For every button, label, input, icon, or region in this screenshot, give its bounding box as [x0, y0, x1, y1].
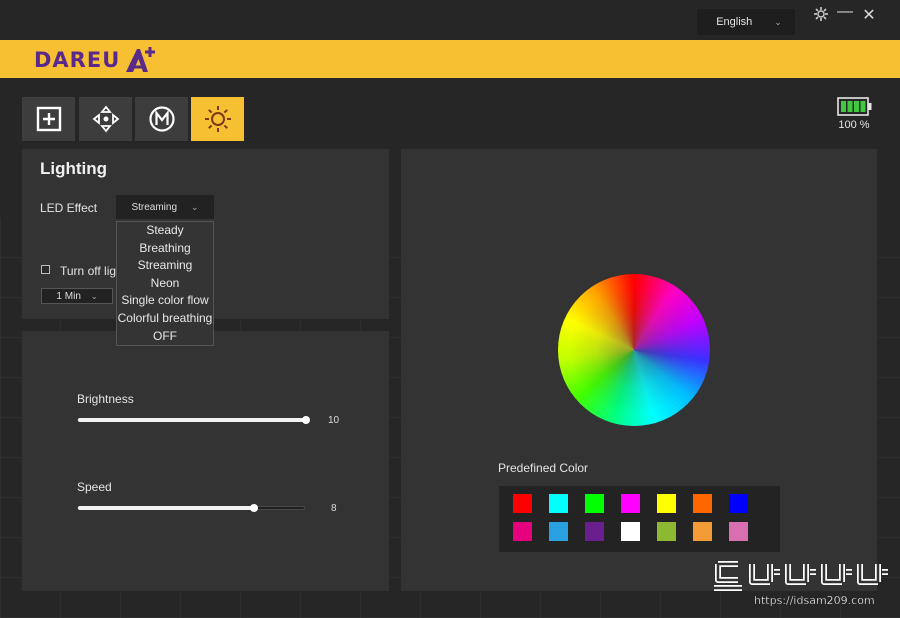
color-swatch[interactable] — [621, 494, 640, 513]
color-swatch[interactable] — [657, 494, 676, 513]
brightness-slider[interactable] — [77, 416, 310, 424]
sun-icon — [204, 106, 231, 132]
color-wheel[interactable] — [558, 274, 710, 426]
sliders-panel — [22, 331, 389, 591]
logo-a-plus-icon — [126, 47, 156, 72]
color-swatch[interactable] — [513, 522, 532, 541]
color-swatch[interactable] — [549, 522, 568, 541]
gear-icon[interactable] — [810, 6, 832, 28]
brightness-thumb[interactable] — [302, 416, 310, 424]
watermark: https://idsam209.com — [712, 556, 898, 612]
led-effect-dropdown: Steady Breathing Streaming Neon Single color… — [116, 221, 214, 346]
led-effect-option[interactable]: OFF — [117, 328, 213, 346]
speed-fill — [78, 506, 254, 510]
page-title: Lighting — [40, 159, 108, 178]
led-effect-label: LED Effect — [40, 201, 98, 215]
timeout-value: 1 Min — [56, 290, 81, 302]
minimize-icon[interactable]: — — [834, 2, 856, 22]
plus-square-icon — [36, 106, 61, 132]
language-value: English — [716, 16, 753, 28]
turn-off-label: Turn off ligh — [60, 264, 123, 278]
turn-off-checkbox[interactable] — [41, 265, 50, 274]
brightness-fill — [78, 418, 306, 422]
chevron-down-icon: ⌄ — [90, 291, 98, 301]
tab-dpi[interactable] — [79, 97, 132, 141]
color-swatch[interactable] — [693, 522, 712, 541]
speed-value: 8 — [331, 503, 337, 514]
chevron-down-icon: ⌄ — [191, 201, 199, 212]
speed-slider[interactable] — [77, 504, 305, 512]
language-select[interactable]: English ⌄ — [697, 9, 795, 35]
timeout-select[interactable]: 1 Min ⌄ — [41, 288, 113, 304]
color-swatch[interactable] — [657, 522, 676, 541]
led-effect-option[interactable]: Colorful breathing — [117, 310, 213, 328]
led-effect-option[interactable]: Streaming — [117, 257, 213, 275]
tab-key-assignment[interactable] — [22, 97, 75, 141]
led-effect-option[interactable]: Breathing — [117, 240, 213, 258]
color-swatch[interactable] — [513, 494, 532, 513]
led-effect-select[interactable]: Streaming ⌄ — [116, 195, 214, 219]
led-effect-value: Streaming — [131, 201, 178, 213]
color-swatch[interactable] — [585, 494, 604, 513]
color-swatch[interactable] — [585, 522, 604, 541]
color-swatch[interactable] — [621, 522, 640, 541]
predefined-color-label: Predefined Color — [498, 461, 589, 475]
brightness-label: Brightness — [77, 392, 134, 406]
chevron-down-icon: ⌄ — [774, 16, 782, 27]
tab-macro[interactable] — [135, 97, 188, 141]
color-swatch[interactable] — [729, 494, 748, 513]
macro-m-icon — [148, 106, 175, 132]
led-effect-option[interactable]: Neon — [117, 275, 213, 293]
color-swatch[interactable] — [729, 522, 748, 541]
predefined-color-palette — [499, 486, 780, 552]
color-swatch[interactable] — [549, 494, 568, 513]
color-swatch[interactable] — [693, 494, 712, 513]
battery-percent: 100 % — [838, 119, 870, 131]
watermark-url: https://idsam209.com — [754, 594, 875, 607]
brightness-value: 10 — [328, 415, 340, 426]
dareu-logo: DAREU — [34, 44, 158, 76]
logo-text: DAREU — [34, 48, 121, 72]
move-arrows-icon — [92, 105, 119, 133]
close-icon[interactable]: ✕ — [858, 6, 880, 26]
led-effect-option[interactable]: Single color flow — [117, 292, 213, 310]
speed-label: Speed — [77, 480, 112, 494]
led-effect-option[interactable]: Steady — [117, 222, 213, 240]
speed-thumb[interactable] — [249, 504, 258, 512]
tab-lighting[interactable] — [191, 97, 244, 141]
